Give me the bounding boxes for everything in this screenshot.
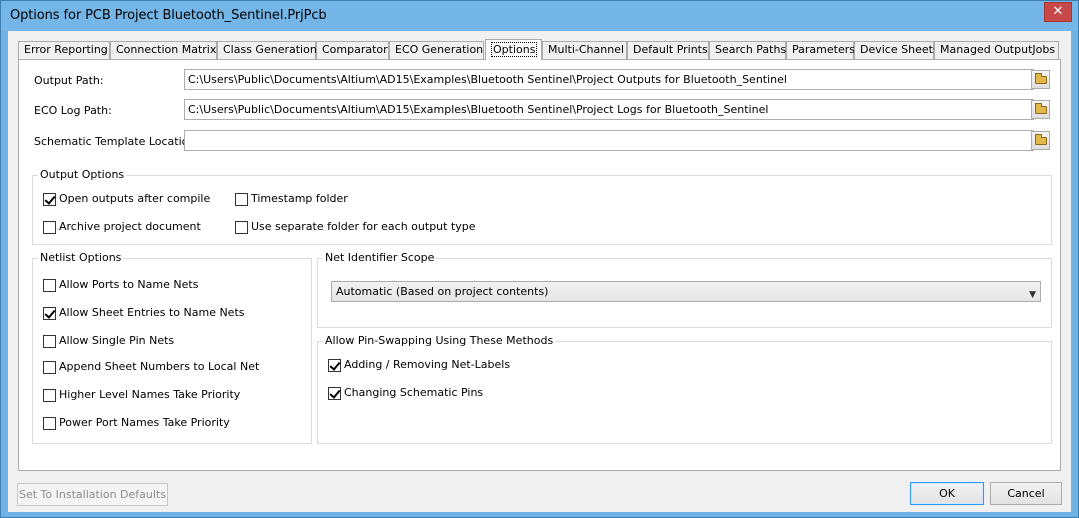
output-options-title: Output Options [38, 168, 127, 181]
tab-error-reporting[interactable]: Error Reporting [18, 41, 110, 59]
append-sheet-numbers-label: Append Sheet Numbers to Local Net [59, 360, 260, 373]
net-identifier-scope-group: Net Identifier Scope Automatic (Based on… [317, 251, 1052, 328]
checkbox-box[interactable] [43, 279, 56, 292]
net-identifier-scope-value: Automatic (Based on project contents) [336, 285, 549, 298]
allow-single-pin-label: Allow Single Pin Nets [59, 334, 175, 347]
checkbox-box[interactable] [43, 361, 56, 374]
chevron-down-icon: ▼ [1029, 290, 1036, 300]
tab-search-paths[interactable]: Search Paths [709, 41, 786, 59]
close-button[interactable]: ✕ [1044, 2, 1072, 22]
set-installation-defaults-button[interactable]: Set To Installation Defaults [17, 483, 168, 506]
tab-comparator[interactable]: Comparator [316, 41, 389, 59]
folder-icon [1035, 134, 1047, 145]
checkbox-box[interactable] [43, 193, 56, 206]
eco-log-path-field[interactable]: C:\Users\Public\Documents\Altium\AD15\Ex… [184, 99, 1034, 120]
template-location-field[interactable] [184, 130, 1034, 151]
checkbox-box[interactable] [43, 221, 56, 234]
checkbox-box[interactable] [43, 389, 56, 402]
eco-log-path-label: ECO Log Path: [34, 104, 112, 117]
tab-class-generation[interactable]: Class Generation [217, 41, 317, 59]
tab-eco-generation[interactable]: ECO Generation [389, 41, 484, 59]
checkbox-box[interactable] [235, 193, 248, 206]
netlist-options-title: Netlist Options [38, 251, 124, 264]
checkbox-box[interactable] [43, 417, 56, 430]
dialog-title: Options for PCB Project Bluetooth_Sentin… [10, 8, 327, 23]
ok-button[interactable]: OK [910, 482, 984, 505]
power-port-names-label: Power Port Names Take Priority [59, 416, 230, 429]
timestamp-folder-label: Timestamp folder [251, 192, 348, 205]
folder-icon [1035, 103, 1047, 114]
tab-managed-outputjobs[interactable]: Managed OutputJobs [934, 41, 1059, 59]
adding-removing-net-labels-label: Adding / Removing Net-Labels [344, 358, 511, 371]
tab-parameters[interactable]: Parameters [786, 41, 855, 59]
tab-options[interactable]: Options [485, 39, 542, 60]
changing-schematic-pins-label: Changing Schematic Pins [344, 386, 484, 399]
checkbox-box[interactable] [328, 387, 341, 400]
options-dialog: Options for PCB Project Bluetooth_Sentin… [0, 0, 1079, 518]
higher-level-names-label: Higher Level Names Take Priority [59, 388, 241, 401]
open-outputs-label: Open outputs after compile [59, 192, 211, 205]
tab-multi-channel[interactable]: Multi-Channel [542, 41, 627, 59]
tab-connection-matrix[interactable]: Connection Matrix [110, 41, 217, 59]
output-path-browse-button[interactable] [1031, 70, 1050, 89]
allow-ports-label: Allow Ports to Name Nets [59, 278, 199, 291]
pin-swapping-group: Allow Pin-Swapping Using These Methods A… [317, 334, 1052, 444]
template-location-browse-button[interactable] [1031, 131, 1050, 150]
close-icon: ✕ [1052, 4, 1064, 19]
tab-default-prints[interactable]: Default Prints [627, 41, 709, 59]
net-identifier-scope-title: Net Identifier Scope [323, 251, 437, 264]
folder-icon [1035, 73, 1047, 84]
eco-log-path-browse-button[interactable] [1031, 100, 1050, 119]
tab-device-sheets[interactable]: Device Sheets [854, 41, 939, 59]
output-options-group: Output Options Open outputs after compil… [32, 168, 1052, 245]
netlist-options-group: Netlist Options Allow Ports to Name Nets… [32, 251, 312, 444]
checkbox-box[interactable] [43, 307, 56, 320]
dialog-client: Error Reporting Connection Matrix Class … [8, 31, 1071, 512]
options-tab-panel: Output Path: C:\Users\Public\Documents\A… [18, 59, 1061, 471]
template-location-label: Schematic Template Location: [34, 135, 200, 148]
checkbox-box[interactable] [235, 221, 248, 234]
output-path-label: Output Path: [34, 74, 104, 87]
pin-swapping-title: Allow Pin-Swapping Using These Methods [323, 334, 556, 347]
allow-sheet-entries-label: Allow Sheet Entries to Name Nets [59, 306, 245, 319]
checkbox-box[interactable] [328, 359, 341, 372]
archive-project-label: Archive project document [59, 220, 201, 233]
output-path-field[interactable]: C:\Users\Public\Documents\Altium\AD15\Ex… [184, 69, 1034, 90]
cancel-button[interactable]: Cancel [990, 482, 1062, 505]
separate-folder-label: Use separate folder for each output type [251, 220, 476, 233]
net-identifier-scope-select[interactable]: Automatic (Based on project contents) ▼ [331, 281, 1041, 302]
checkbox-box[interactable] [43, 335, 56, 348]
title-bar[interactable]: Options for PCB Project Bluetooth_Sentin… [1, 1, 1078, 31]
